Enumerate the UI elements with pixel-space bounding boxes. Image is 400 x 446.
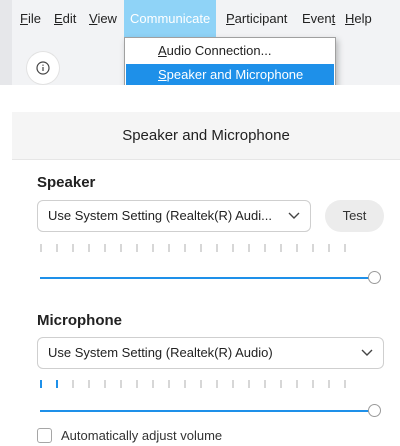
level-bar [264,244,266,252]
speaker-label: Speaker [37,174,96,191]
chevron-down-icon [361,338,373,368]
speaker-level-meter [40,244,346,252]
level-bar [280,244,282,252]
panel-title: Speaker and Microphone [122,127,290,144]
level-bar [184,380,186,388]
level-bar [248,244,250,252]
level-bar [40,380,42,388]
level-bar [200,244,202,252]
chevron-down-icon [288,201,300,231]
level-bar [152,380,154,388]
auto-adjust-volume-label: Automatically adjust volume [61,428,223,443]
level-bar [152,244,154,252]
divider-gap [12,85,400,112]
menu-edit[interactable]: Edit [54,0,76,38]
level-bar [344,380,346,388]
level-bar [312,244,314,252]
level-bar [216,244,218,252]
level-bar [88,380,90,388]
level-bar [72,244,74,252]
menu-communicate[interactable]: Communicate [124,0,217,38]
menu-file[interactable]: File [20,0,41,38]
test-speaker-button[interactable]: Test [325,200,384,232]
info-icon [36,61,50,75]
level-bar [56,244,58,252]
level-bar [296,244,298,252]
level-bar [104,244,106,252]
level-bar [344,244,346,252]
level-bar [232,380,234,388]
level-bar [120,244,122,252]
menu-event[interactable]: Event [302,0,335,38]
level-bar [168,380,170,388]
menu-item-audio-connection[interactable]: Audio Connection... [126,40,334,62]
level-bar [168,244,170,252]
microphone-select-value: Use System Setting (Realtek(R) Audio) [48,345,273,360]
level-bar [136,244,138,252]
menu-view[interactable]: View [89,0,117,38]
level-bar [200,380,202,388]
level-bar [312,380,314,388]
speaker-select-value: Use System Setting (Realtek(R) Audi... [48,208,272,223]
level-bar [296,380,298,388]
speaker-select[interactable]: Use System Setting (Realtek(R) Audi... [37,200,311,232]
level-bar [216,380,218,388]
level-bar [136,380,138,388]
level-bar [248,380,250,388]
menu-help[interactable]: Help [345,0,372,38]
auto-adjust-volume-checkbox[interactable] [37,428,52,443]
microphone-select[interactable]: Use System Setting (Realtek(R) Audio) [37,337,384,369]
level-bar [40,244,42,252]
menu-item-speaker-and-microphone[interactable]: Speaker and Microphone [126,64,334,86]
level-bar [264,380,266,388]
microphone-volume-thumb[interactable] [368,404,381,417]
level-bar [72,380,74,388]
level-bar [232,244,234,252]
speaker-volume-slider[interactable] [40,277,370,279]
communicate-dropdown-menu: Audio Connection... Speaker and Micropho… [124,37,336,89]
level-bar [120,380,122,388]
level-bar [280,380,282,388]
microphone-volume-slider[interactable] [40,410,370,412]
level-bar [104,380,106,388]
left-edge-panel [0,0,12,85]
level-bar [328,380,330,388]
speaker-volume-thumb[interactable] [368,271,381,284]
level-bar [56,380,58,388]
menu-participant[interactable]: Participant [226,0,287,38]
level-bar [184,244,186,252]
microphone-label: Microphone [37,312,122,329]
info-button[interactable] [27,52,59,84]
microphone-level-meter [40,380,346,388]
level-bar [328,244,330,252]
level-bar [88,244,90,252]
